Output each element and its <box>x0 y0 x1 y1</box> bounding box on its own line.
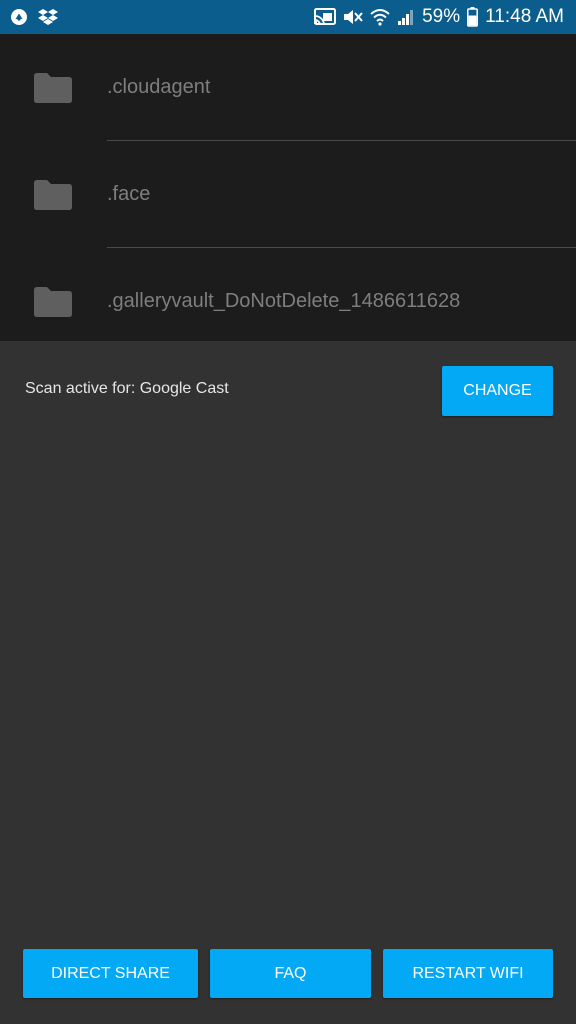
folder-item[interactable]: .face <box>0 141 576 248</box>
folder-name: .face <box>107 183 151 205</box>
signal-icon <box>397 8 415 26</box>
dropbox-icon <box>38 8 58 26</box>
folder-list: .cloudagent .face .galleryvault_DoNotDel… <box>0 34 576 341</box>
folder-item[interactable]: .galleryvault_DoNotDelete_1486611628 <box>0 248 576 355</box>
cast-icon <box>314 8 337 26</box>
screen: 59% 11:48 AM .cloudagent .face .galleryv… <box>0 0 576 1024</box>
battery-percent: 59% <box>422 6 461 27</box>
clock: 11:48 AM <box>485 6 564 27</box>
faq-button[interactable]: FAQ <box>210 949 371 998</box>
status-bar: 59% 11:48 AM <box>0 0 576 34</box>
status-right: 59% 11:48 AM <box>314 6 564 28</box>
direct-share-button[interactable]: DIRECT SHARE <box>23 949 198 998</box>
folder-icon <box>34 179 72 210</box>
battery-icon <box>467 7 479 27</box>
folder-icon <box>34 72 72 103</box>
folder-icon <box>34 286 72 317</box>
folder-item[interactable]: .cloudagent <box>0 34 576 141</box>
wifi-icon <box>370 8 390 26</box>
status-left <box>10 8 58 26</box>
folder-name: .galleryvault_DoNotDelete_1486611628 <box>107 290 461 312</box>
mute-icon <box>343 8 363 26</box>
scan-status-text: Scan active for: Google Cast <box>25 380 229 397</box>
change-button[interactable]: CHANGE <box>442 366 553 416</box>
app-notification-icon <box>10 8 28 26</box>
restart-wifi-button[interactable]: RESTART WIFI <box>383 949 553 998</box>
folder-name: .cloudagent <box>107 76 211 98</box>
